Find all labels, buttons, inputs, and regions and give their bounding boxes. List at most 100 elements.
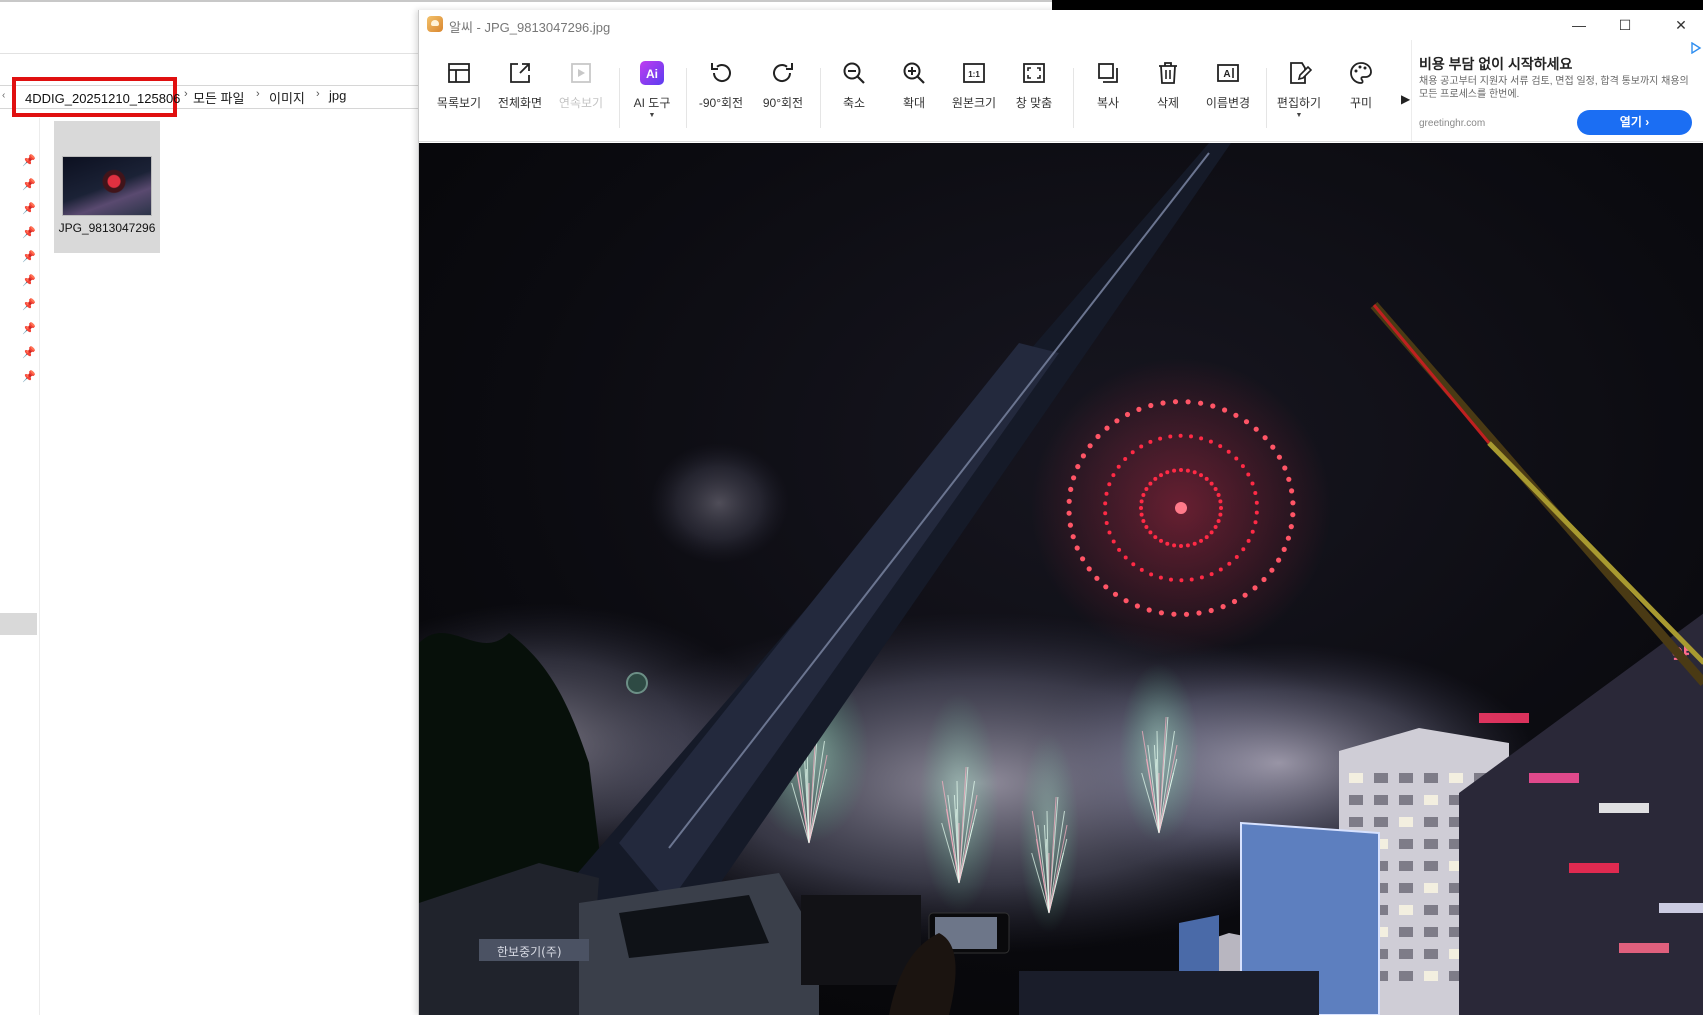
- toolbar-more-icon[interactable]: ▶: [1401, 92, 1410, 106]
- firework-spark: [1282, 465, 1288, 471]
- delete-button[interactable]: 삭제: [1138, 60, 1198, 130]
- window: [1399, 927, 1413, 937]
- chevron-down-icon: ▼: [1295, 112, 1303, 119]
- ai-tools-button[interactable]: Ai AI 도구 ▼: [622, 60, 682, 130]
- firework-spark: [1160, 400, 1166, 406]
- firework-spark: [1198, 400, 1204, 406]
- firework-spark: [1204, 535, 1209, 540]
- file-item[interactable]: JPG_9813047296: [54, 121, 160, 253]
- breadcrumb-separator-icon[interactable]: ›: [256, 88, 260, 100]
- firework-spark: [1080, 453, 1086, 459]
- firework-spark: [1116, 464, 1121, 469]
- firework-spark: [1241, 547, 1246, 552]
- firework-spark: [1254, 500, 1259, 505]
- breadcrumb-item-jpg[interactable]: jpg: [329, 88, 346, 103]
- actual-size-button[interactable]: 1:1 원본크기: [944, 60, 1004, 130]
- firework-spark: [1226, 449, 1231, 454]
- navigation-selected-item[interactable]: [0, 613, 37, 635]
- window: [1424, 817, 1438, 827]
- window: [1399, 817, 1413, 827]
- firework-spark: [1288, 524, 1294, 530]
- firework-spark: [1209, 572, 1214, 577]
- trash-icon: [1159, 62, 1177, 84]
- breadcrumb-separator-icon[interactable]: ›: [184, 88, 188, 100]
- firework-spark: [1196, 610, 1202, 616]
- fullscreen-button[interactable]: 전체화면: [490, 60, 550, 130]
- firework-spark: [1159, 538, 1163, 543]
- window: [1399, 949, 1413, 959]
- zoom-in-button[interactable]: 확대: [884, 60, 944, 130]
- maximize-button[interactable]: ☐: [1602, 10, 1648, 40]
- fullscreen-icon: [510, 63, 530, 83]
- edit-button[interactable]: 편집하기 ▼: [1269, 60, 1329, 130]
- window: [1424, 773, 1438, 783]
- ad-title: 비용 부담 없이 시작하세요: [1419, 56, 1573, 72]
- pin-icon[interactable]: 📌: [22, 154, 36, 168]
- firework-spark: [1139, 444, 1144, 449]
- actual-size-label: 원본크기: [951, 96, 997, 110]
- firework-spark: [1071, 475, 1077, 481]
- chevron-down-icon: ▼: [648, 112, 656, 119]
- firework-spark: [1068, 486, 1074, 492]
- pin-icon[interactable]: 📌: [22, 370, 36, 384]
- palette-icon: [1350, 62, 1372, 84]
- firework-spark: [1220, 604, 1226, 610]
- pin-icon[interactable]: 📌: [22, 322, 36, 336]
- fit-window-label: 창 맞춤: [1015, 96, 1053, 110]
- pin-icon[interactable]: 📌: [22, 226, 36, 240]
- fit-window-button[interactable]: 창 맞춤: [1004, 60, 1064, 130]
- firework-spark: [1253, 520, 1258, 525]
- ad-choices-icon[interactable]: [1690, 42, 1702, 54]
- toolbar-separator: [820, 68, 821, 128]
- title-bar[interactable]: 알씨 - JPG_9813047296.jpg — ☐ ✕: [419, 10, 1703, 40]
- rotate-left-button[interactable]: -90°회전: [691, 60, 751, 130]
- rename-button[interactable]: A 이름변경: [1198, 60, 1258, 130]
- ad-open-button[interactable]: 열기 ›: [1577, 110, 1692, 135]
- image-canvas[interactable]: 약 한보중기(주): [419, 143, 1703, 1015]
- firework-spark: [1234, 555, 1239, 559]
- breadcrumb-item-all-files[interactable]: 모든 파일: [193, 88, 244, 107]
- slideshow-icon: [571, 63, 591, 83]
- firework-spark: [1210, 403, 1216, 409]
- copy-button[interactable]: 복사: [1078, 60, 1138, 130]
- decorate-button[interactable]: 꾸미: [1331, 60, 1391, 130]
- breadcrumb-separator-icon[interactable]: ›: [316, 88, 320, 100]
- firework-spark: [1179, 468, 1183, 472]
- minimize-button[interactable]: —: [1556, 10, 1602, 40]
- pin-icon[interactable]: 📌: [22, 250, 36, 264]
- firework-spark: [1231, 598, 1238, 605]
- firework-spark: [1189, 434, 1193, 439]
- pin-icon[interactable]: 📌: [22, 274, 36, 288]
- pin-icon[interactable]: 📌: [22, 202, 36, 216]
- firework-spark: [1227, 561, 1232, 566]
- neon-sign: [1599, 803, 1649, 813]
- breadcrumb-item-root[interactable]: 4DDIG_20251210_125806: [25, 91, 180, 106]
- firework-spark: [1169, 577, 1173, 582]
- firework-spark: [1075, 464, 1081, 470]
- rotate-right-button[interactable]: 90°회전: [753, 60, 813, 130]
- breadcrumb-overflow-icon[interactable]: ‹: [2, 90, 5, 101]
- close-button[interactable]: ✕: [1658, 10, 1703, 40]
- file-name-label: JPG_9813047296: [58, 221, 156, 235]
- ad-url: greetinghr.com: [1419, 118, 1486, 129]
- navigation-pane: 📌 📌 📌 📌 📌 📌 📌 📌 📌 📌: [0, 118, 40, 1015]
- firework-core: [1175, 502, 1187, 514]
- firework-spark: [1148, 530, 1153, 535]
- pin-icon[interactable]: 📌: [22, 346, 36, 360]
- zoom-out-button[interactable]: 축소: [824, 60, 884, 130]
- slideshow-button[interactable]: 연속보기: [551, 60, 611, 130]
- breadcrumb-item-images[interactable]: 이미지: [269, 88, 305, 107]
- firework-spark: [1208, 439, 1213, 444]
- window: [1424, 795, 1438, 805]
- pin-icon[interactable]: 📌: [22, 298, 36, 312]
- ad-banner[interactable]: 비용 부담 없이 시작하세요 채용 공고부터 지원자 서류 검토, 면접 일정,…: [1411, 40, 1703, 141]
- decorate-label: 꾸미: [1349, 96, 1373, 110]
- firework-spark: [1144, 525, 1149, 529]
- edit-label: 편집하기: [1276, 96, 1322, 110]
- firework-spark: [1218, 567, 1223, 572]
- copy-label: 복사: [1096, 96, 1120, 110]
- list-view-button[interactable]: 목록보기: [429, 60, 489, 130]
- pin-icon[interactable]: 📌: [22, 178, 36, 192]
- window: [1374, 795, 1388, 805]
- firework-spark: [1233, 412, 1239, 418]
